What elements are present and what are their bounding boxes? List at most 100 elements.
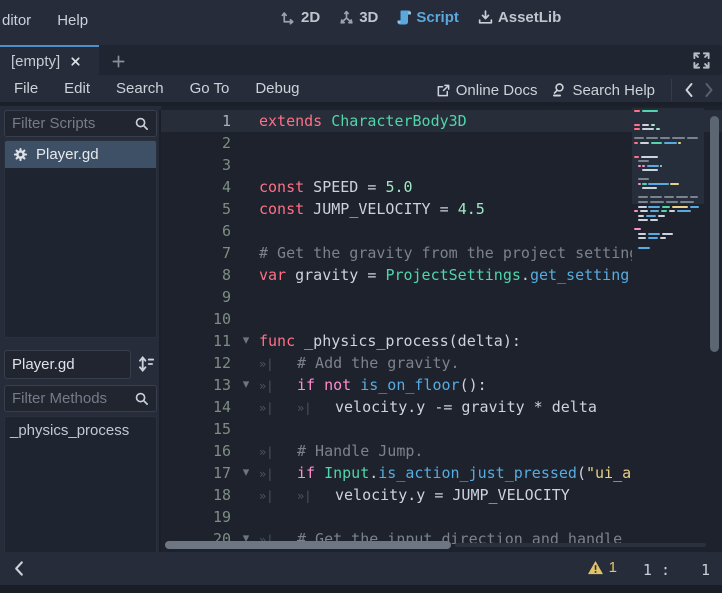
search-icon [134,391,149,406]
tab-empty[interactable]: [empty] [0,45,99,75]
minimap-line-segment [678,142,681,144]
status-bar: 1 1 : 1 [0,552,722,585]
filter-scripts-placeholder: Filter Scripts [12,115,134,132]
history-forward-icon[interactable] [702,80,716,100]
line-number: 8 [161,264,233,286]
mode-script-label: Script [416,9,459,26]
minimap-line-segment [648,233,660,235]
search-icon [134,116,149,131]
mode-assetlib-label: AssetLib [498,9,561,26]
menu-help[interactable]: Help [57,12,88,29]
menu-editor[interactable]: ditor [2,12,31,29]
minimap-line-segment [670,183,679,185]
minimap-line-segment [648,237,658,239]
mode-assetlib-button[interactable]: AssetLib [477,9,561,26]
minimap-line-segment [638,233,646,235]
scripts-panel: Filter Scripts [0,110,161,585]
minimap-line-segment [634,110,640,112]
current-script-name-field[interactable]: Player.gd [4,350,131,379]
minimap-line-segment [651,124,655,126]
minimap-line-segment [672,137,685,139]
menu-search[interactable]: Search [116,80,164,97]
fold-gutter [233,154,259,176]
app-menus: ditor Help [2,12,88,29]
horizontal-scrollbar-thumb[interactable] [165,541,451,549]
fold-gutter [233,132,259,154]
filter-scripts-input[interactable]: Filter Scripts [4,110,157,137]
filter-methods-placeholder: Filter Methods [12,390,134,407]
fold-gutter [233,220,259,242]
script-list-item-player[interactable]: Player.gd [5,141,156,168]
minimap-line-segment [641,156,658,158]
line-number: 16 [161,440,233,462]
online-docs-button[interactable]: Online Docs [436,82,538,99]
method-label: _physics_process [10,422,129,439]
warnings-indicator[interactable]: 1 [587,559,617,576]
menu-edit[interactable]: Edit [64,80,90,97]
filter-methods-input[interactable]: Filter Methods [4,385,157,412]
mode-3d-label: 3D [359,9,378,26]
gear-icon [13,147,28,162]
fold-gutter [233,176,259,198]
fold-arrow-icon[interactable]: ▾ [233,330,259,352]
minimap-line-segment [638,219,648,221]
menu-goto[interactable]: Go To [190,80,230,97]
line-number: 6 [161,220,233,242]
horizontal-scrollbar-rest [455,543,706,547]
minimap-line-segment [642,128,654,130]
minimap-line-segment [634,210,638,212]
vertical-scrollbar[interactable] [710,116,719,352]
minimap-line-segment [646,137,658,139]
warning-icon [587,560,604,575]
minimap-line-segment [656,128,660,130]
minimap-line-segment [638,178,649,180]
line-number: 7 [161,242,233,264]
method-list-item[interactable]: _physics_process [5,417,156,443]
cursor-line: 1 : [643,561,670,579]
minimap-line-segment [642,169,658,171]
online-docs-label: Online Docs [456,82,538,99]
menu-file[interactable]: File [14,80,38,97]
minimap-line-segment [690,206,699,208]
history-back-icon[interactable] [682,80,696,100]
collapse-panel-icon[interactable] [12,560,28,576]
mode-script-button[interactable]: Script [396,9,459,26]
horizontal-scrollbar-track[interactable] [161,538,722,552]
mode-2d-label: 2D [301,9,320,26]
mode-3d-button[interactable]: 3D [338,9,378,26]
minimap-line-segment [638,237,646,239]
minimap-line-segment [638,247,650,249]
line-number: 18 [161,484,233,506]
minimap-line-segment [658,215,665,217]
search-doc-icon [551,82,567,98]
warning-count: 1 [609,559,617,576]
sort-methods-icon[interactable] [135,353,157,375]
mode-2d-button[interactable]: 2D [280,9,320,26]
search-help-button[interactable]: Search Help [551,82,655,99]
fold-gutter [233,484,259,506]
menu-debug[interactable]: Debug [255,80,299,97]
minimap-line-segment [660,237,666,239]
3d-icon [338,9,355,26]
minimap-line-segment [634,156,639,158]
minimap[interactable] [632,106,704,552]
fold-gutter [233,308,259,330]
fold-gutter [233,506,259,528]
minimap-line-segment [672,206,688,208]
minimap-line-segment [650,219,658,221]
minimap-line-segment [662,206,670,208]
line-number: 11 [161,330,233,352]
line-number: 15 [161,418,233,440]
minimap-line-segment [638,183,641,185]
line-number: 5 [161,198,233,220]
fold-arrow-icon[interactable]: ▾ [233,374,259,396]
new-tab-button[interactable] [106,49,130,73]
expand-panel-icon[interactable] [692,51,712,71]
code-editor[interactable]: 1extends CharacterBody3D234const SPEED =… [161,106,722,552]
tab-close-icon[interactable] [69,55,82,68]
minimap-line-segment [634,137,644,139]
minimap-line-segment [640,142,649,144]
minimap-line-segment [642,165,645,167]
fold-arrow-icon[interactable]: ▾ [233,462,259,484]
scripts-list: Player.gd [4,140,157,338]
